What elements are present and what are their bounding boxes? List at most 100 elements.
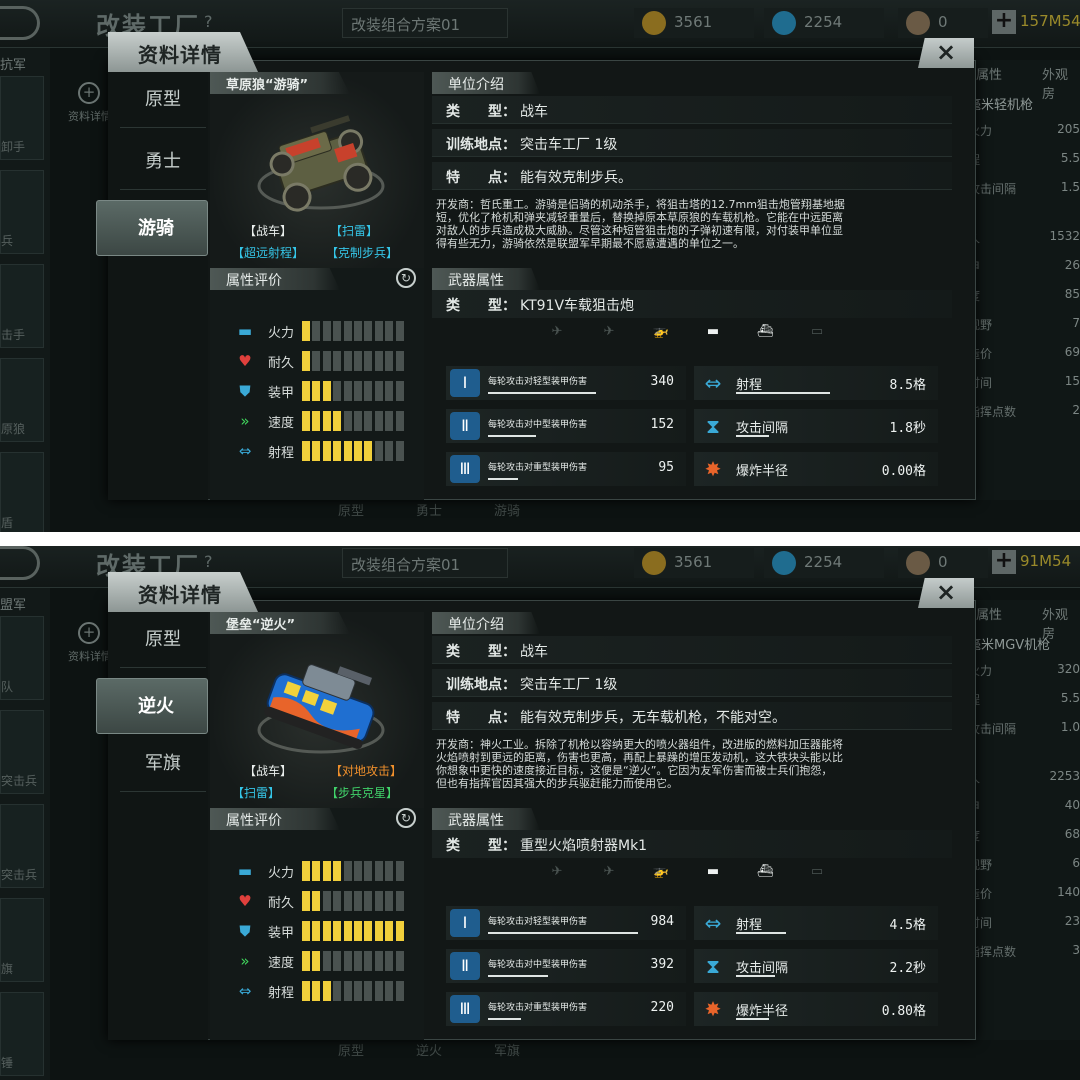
damage-stat: Ⅰ 每轮攻击对轻型装甲伤害 984 [446,906,686,940]
meter-segment [374,381,383,401]
plan-selector[interactable]: 改装组合方案01 [342,8,508,38]
game-screenshot: 改装工厂? 改装组合方案01 3561 2254 0 +157M54 抗军 卸手兵击手 原狼盾 +… [0,0,1080,540]
blast-radius-icon: ✸ [704,997,722,1021]
damage-bar [488,932,638,934]
meter-segment [343,921,352,941]
coins-icon [642,551,666,575]
weapon-stat-bar [736,932,786,934]
variant-tab[interactable]: 游骑 [96,200,208,256]
back-button[interactable] [0,6,40,40]
bottom-tab[interactable]: 逆火 [416,1040,442,1059]
weapon-type-value: 重型火焰喷射器Mk1 [520,838,648,854]
gold-counter: 91M54 [1020,552,1072,570]
meter-segment [302,921,310,941]
bottom-tab[interactable]: 游骑 [494,500,520,519]
meter-segment [385,951,394,971]
sidebar-stat-row: 视野 6 [968,856,1080,872]
damage-value: 152 [650,417,674,432]
target-type-icon: ✈ [603,324,615,339]
unit-list-item[interactable]: 突击兵 [0,804,44,888]
target-types: ✈ ✈ 🚁 ▬ ⛴ ▭ [542,324,842,344]
back-button[interactable] [0,546,40,580]
unit-list-label: 突击兵 [1,868,38,882]
variant-tab[interactable]: 勇士 [120,134,206,190]
unit-list-label: 原狼 [1,422,26,436]
bottom-tab[interactable]: 勇士 [416,500,442,519]
variant-tab[interactable]: 原型 [120,72,206,128]
damage-value: 392 [650,957,674,972]
attribute-row: ♥ 耐久 [234,350,424,372]
unit-list-item[interactable]: 队 [0,616,44,700]
add-gold-button[interactable]: + [992,10,1016,34]
faction-dropdown[interactable]: 盟军 [0,594,26,613]
unit-list-item[interactable]: 盾 [0,452,44,536]
magnifier-icon: + [78,82,100,104]
close-button[interactable]: × [918,578,974,608]
meter-segment [343,351,352,371]
intro-key: 训练地点： [446,137,516,153]
zoom-details-button[interactable]: + 资料详情 [68,622,112,664]
intro-row: 类 型： 战车 [432,636,952,664]
refresh-icon[interactable]: ↻ [396,808,416,828]
meter-segment [395,921,404,941]
unit-tag: 【步兵克星】 [326,786,399,800]
bottom-tab[interactable]: 原型 [338,1040,364,1059]
zoom-details-button[interactable]: + 资料详情 [68,82,112,124]
damage-bar [488,392,596,394]
bottom-tab[interactable]: 军旗 [494,1040,520,1059]
meter-segment [322,351,331,371]
sidebar-tab[interactable]: 属性 [976,604,1002,623]
meter-segment [333,381,342,401]
variant-tab[interactable]: 原型 [120,612,206,668]
close-button[interactable]: × [918,38,974,68]
variant-tab[interactable]: 逆火 [96,678,208,734]
attribute-icon: ⛊ [239,382,251,400]
unit-list-item[interactable]: 兵 [0,170,44,254]
damage-bar [488,478,518,480]
meter-segment [395,861,404,881]
weapon-stat-value: 2.2秒 [889,961,926,976]
target-type-icon: ✈ [551,324,563,339]
plan-selector[interactable]: 改装组合方案01 [342,548,508,578]
meter-segment [302,321,310,341]
refresh-icon[interactable]: ↻ [396,268,416,288]
attribute-icon: » [240,412,250,430]
unit-tag: 【超远射程】 [232,246,305,260]
meter-segment [354,441,362,461]
weapon-stat-label: 爆炸半径 [736,464,789,479]
meter-segment [374,861,383,881]
target-type-icon: 🚁 [652,864,670,879]
help-icon[interactable]: ? [204,552,213,571]
meter-segment [364,441,373,461]
unit-list-item[interactable]: 突击兵 [0,710,44,794]
sidebar-stat-row: 造价 140 [968,885,1080,901]
add-gold-button[interactable]: + [992,550,1016,574]
unit-list-item[interactable]: 旗 [0,898,44,982]
bottom-tab[interactable]: 原型 [338,500,364,519]
unit-list-item[interactable]: 卸手 [0,76,44,160]
meter-segment [312,351,321,371]
variant-tab[interactable]: 军旗 [120,736,206,792]
unit-description: 但也有指挥官因其强大的步兵驱赶能力而使用它。 [436,777,678,790]
unit-tag: 【对地攻击】 [330,764,403,778]
unit-list-item[interactable]: 击手 [0,264,44,348]
meter-segment [395,981,404,1001]
target-type-icon: ▬ [706,324,720,339]
target-type-icon: ✈ [603,864,615,879]
unit-list-item[interactable]: 锤 [0,992,44,1076]
meter-segment [343,321,352,341]
unit-tag: 【战车】 [244,764,293,778]
damage-value: 340 [650,374,674,389]
meter-segment [364,921,373,941]
meter-segment [374,891,383,911]
weapon-stat: ⇔ 射程 4.5格 [694,906,938,940]
sidebar-tab[interactable]: 属性 [976,64,1002,83]
meter-segment [312,411,321,431]
sidebar-stat-row: 造价 69 [968,345,1080,361]
attribute-row: ♥ 耐久 [234,890,424,912]
unit-list-item[interactable]: 原狼 [0,358,44,442]
target-type-icon: ⛴ [756,864,774,879]
faction-dropdown[interactable]: 抗军 [0,54,26,73]
meter-segment [302,981,310,1001]
help-icon[interactable]: ? [204,12,213,31]
